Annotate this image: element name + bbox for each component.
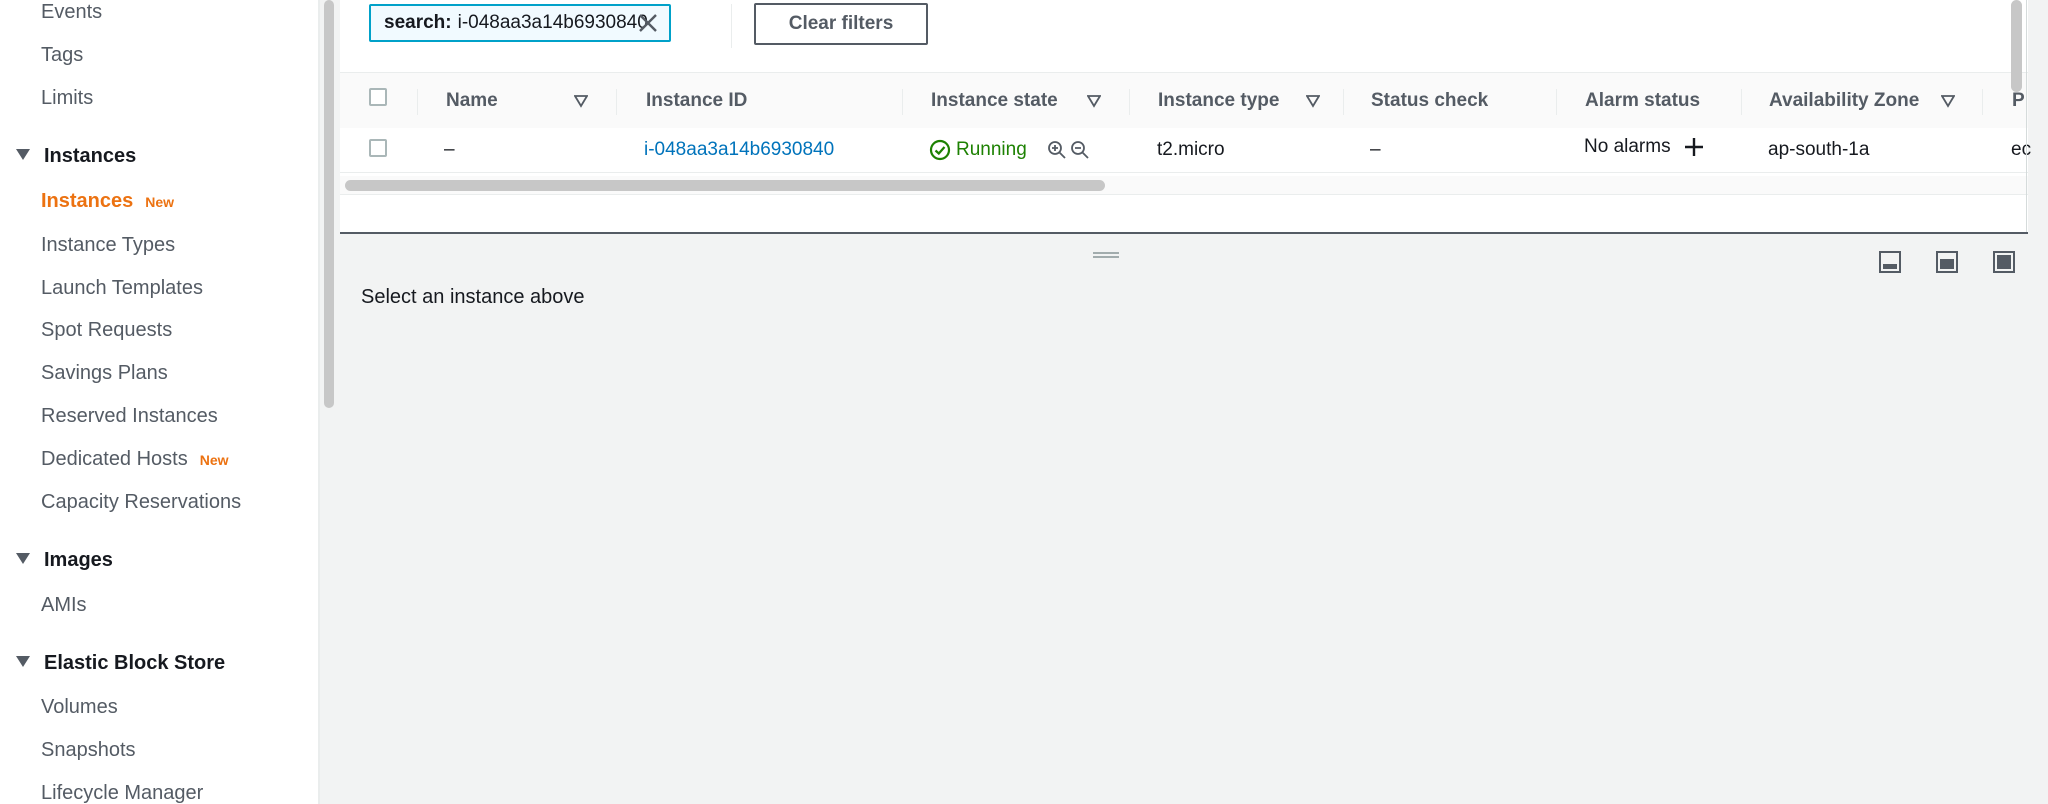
zoom-out-icon[interactable] [1070, 140, 1090, 160]
column-divider [616, 89, 617, 115]
sidebar-scrollbar[interactable] [324, 0, 334, 408]
sidebar-section-elastic-block-store[interactable]: Elastic Block Store [16, 651, 225, 675]
sidebar-item-label: Instances [41, 190, 134, 212]
sidebar-section-label: Elastic Block Store [44, 652, 226, 674]
sidebar-item-reserved-instances[interactable]: Reserved Instances [41, 404, 218, 428]
sidebar-item-tags[interactable]: Tags [41, 43, 83, 67]
split-full-icon[interactable] [1992, 250, 2016, 274]
column-header-instance-state[interactable]: Instance state [931, 73, 1058, 129]
sort-icon[interactable] [1941, 94, 1955, 108]
sidebar-item-instance-types[interactable]: Instance Types [41, 233, 175, 257]
zoom-in-icon[interactable] [1047, 140, 1067, 160]
sidebar-item-snapshots[interactable]: Snapshots [41, 738, 136, 762]
sidebar-nav: Events Tags Limits Instances Instances Ne… [0, 0, 320, 804]
column-divider [1741, 89, 1742, 115]
sidebar-section-images[interactable]: Images [16, 548, 113, 572]
split-bottom-icon[interactable] [1878, 250, 1902, 274]
plus-icon[interactable] [1683, 136, 1705, 158]
column-divider [1556, 89, 1557, 115]
new-badge: New [199, 452, 229, 468]
column-header-instance-id[interactable]: Instance ID [646, 73, 747, 129]
sidebar-item-label: Dedicated Hosts [41, 448, 188, 470]
sidebar-item-capacity-reservations[interactable]: Capacity Reservations [41, 490, 241, 514]
cell-instance-type: t2.micro [1157, 139, 1225, 160]
main-content: search: i-048aa3a14b6930840 Clear filter… [340, 0, 2048, 804]
cell-alarm-status: No alarms [1584, 125, 1705, 169]
sidebar-item-spot-requests[interactable]: Spot Requests [41, 318, 172, 342]
clear-filters-button[interactable]: Clear filters [754, 3, 928, 45]
column-header-availability-zone[interactable]: Availability Zone [1769, 73, 1919, 129]
sort-icon[interactable] [574, 94, 588, 108]
sidebar-item-savings-plans[interactable]: Savings Plans [41, 361, 168, 385]
success-check-icon [929, 139, 951, 161]
sidebar-section-label: Instances [44, 145, 137, 167]
column-header-alarm-status[interactable]: Alarm status [1585, 73, 1700, 129]
close-icon[interactable] [637, 12, 659, 34]
column-divider [1982, 89, 1983, 115]
caret-down-icon [16, 553, 30, 564]
sidebar-section-instances[interactable]: Instances [16, 144, 136, 168]
sidebar-item-instances[interactable]: Instances New [41, 189, 174, 214]
caret-down-icon [16, 656, 30, 667]
sidebar-item-limits[interactable]: Limits [41, 86, 93, 110]
new-badge: New [145, 194, 175, 210]
column-header-instance-type[interactable]: Instance type [1158, 73, 1279, 129]
divider [731, 4, 732, 48]
sidebar-item-amis[interactable]: AMIs [41, 593, 87, 617]
table-row[interactable]: – i-048aa3a14b6930840 Running t2.micro – [340, 125, 2032, 173]
column-divider [417, 89, 418, 115]
cell-public: ec [2011, 139, 2032, 160]
column-divider [1129, 89, 1130, 115]
filter-key: search: [384, 12, 452, 33]
column-divider [902, 89, 903, 115]
cell-availability-zone: ap-south-1a [1768, 139, 1870, 160]
resize-handle-icon[interactable] [1093, 251, 1119, 259]
sort-icon[interactable] [1087, 94, 1101, 108]
select-all-checkbox[interactable] [369, 88, 387, 106]
search-filter-token: search: i-048aa3a14b6930840 [369, 4, 671, 42]
sidebar-item-launch-templates[interactable]: Launch Templates [41, 276, 203, 300]
sidebar-item-dedicated-hosts[interactable]: Dedicated Hosts New [41, 447, 229, 472]
sidebar-section-label: Images [44, 549, 113, 571]
state-label: Running [956, 139, 1027, 160]
vertical-scroll-thumb[interactable] [2011, 0, 2022, 92]
horizontal-scroll-thumb[interactable] [345, 180, 1105, 191]
caret-down-icon [16, 149, 30, 160]
cell-status-check: – [1370, 139, 1381, 160]
cell-instance-state: Running [929, 128, 1090, 172]
sort-icon[interactable] [1306, 94, 1320, 108]
table-header: Name Instance ID Instance state Instance… [340, 72, 2028, 130]
alarm-status-label: No alarms [1584, 136, 1671, 157]
split-half-icon[interactable] [1935, 250, 1959, 274]
cell-name: – [444, 139, 455, 160]
column-divider [1343, 89, 1344, 115]
horizontal-scrollbar[interactable] [340, 176, 2028, 195]
row-checkbox[interactable] [369, 139, 387, 157]
divider [2026, 0, 2027, 232]
filter-value: i-048aa3a14b6930840 [457, 12, 648, 33]
column-header-name[interactable]: Name [446, 73, 498, 129]
instances-table-panel: search: i-048aa3a14b6930840 Clear filter… [340, 0, 2032, 234]
cell-instance-id-link[interactable]: i-048aa3a14b6930840 [644, 128, 834, 172]
sidebar-item-volumes[interactable]: Volumes [41, 695, 118, 719]
sidebar-item-lifecycle-manager[interactable]: Lifecycle Manager [41, 781, 203, 804]
sidebar-item-events[interactable]: Events [41, 0, 102, 24]
empty-details-message: Select an instance above [361, 286, 585, 308]
column-header-status-check[interactable]: Status check [1371, 73, 1488, 129]
